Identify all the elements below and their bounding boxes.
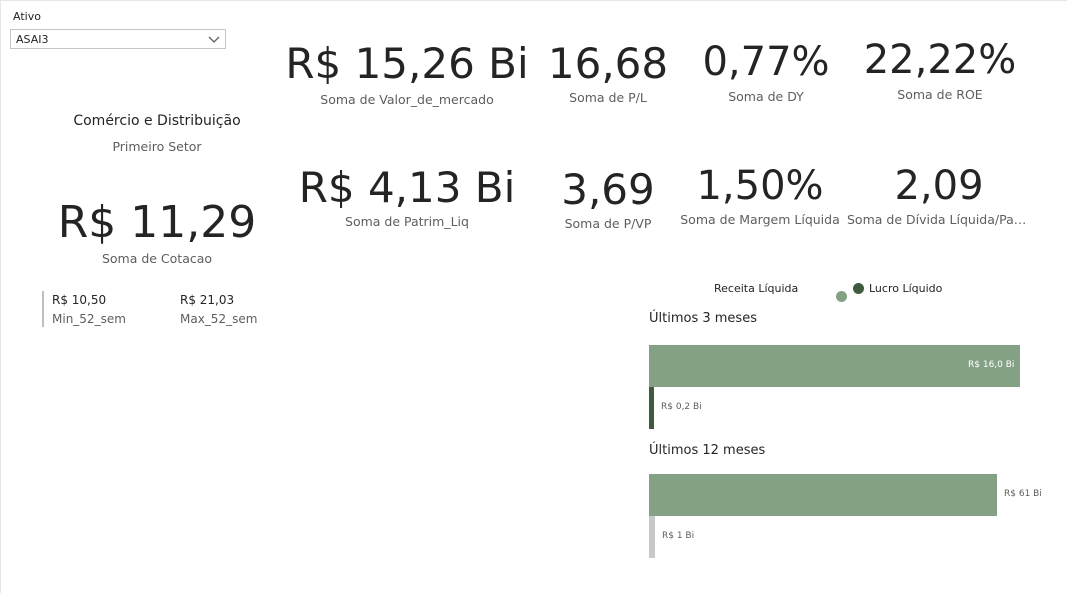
dy-value: 0,77% (702, 39, 830, 85)
patrim-liq-value: R$ 4,13 Bi (298, 163, 516, 212)
price-label: Soma de Cotacao (101, 251, 213, 266)
bar-chart-3m: R$ 16,0 Bi R$ 0,2 Bi (649, 345, 1021, 431)
market-value: R$ 15,26 Bi (285, 39, 529, 88)
margin-label: Soma de Margem Líquida (680, 212, 840, 227)
section-title-12m: Últimos 12 meses (649, 443, 766, 458)
roe-label: Soma de ROE (897, 87, 983, 102)
max-52-label: Max_52_sem (180, 312, 258, 326)
bar-chart-12m: R$ 61 Bi R$ 1 Bi (649, 474, 1042, 560)
asset-dropdown[interactable]: ASAI3 (10, 29, 226, 49)
chevron-down-icon (208, 36, 220, 43)
revenue-label-12m: R$ 61 Bi (1004, 489, 1042, 499)
patrim-liq-label: Soma de Patrim_Liq (345, 214, 469, 229)
min-52-value: R$ 10,50 (52, 293, 107, 307)
legend-profit-label: Lucro Líquido (869, 282, 943, 295)
range-divider (42, 291, 44, 327)
sector-name: Comércio e Distribuição (73, 113, 241, 129)
pvp-label: Soma de P/VP (564, 216, 652, 231)
legend-revenue-label: Receita Líquida (714, 282, 799, 295)
sector-subtitle: Primeiro Setor (112, 139, 202, 154)
section-title-3m: Últimos 3 meses (649, 311, 757, 326)
slicer-title: Ativo (13, 10, 41, 23)
revenue-label-3m: R$ 16,0 Bi (968, 360, 1015, 370)
pl-value: 16,68 (547, 39, 669, 88)
legend-revenue-dot (836, 291, 847, 302)
min-52-label: Min_52_sem (52, 312, 126, 326)
debt-value: 2,09 (894, 163, 984, 209)
pvp-value: 3,69 (561, 165, 655, 214)
revenue-bar-12m[interactable] (649, 474, 997, 516)
profit-label-12m: R$ 1 Bi (662, 531, 695, 541)
market-value-label: Soma de Valor_de_mercado (320, 92, 494, 107)
margin-value: 1,50% (696, 163, 824, 209)
max-52-value: R$ 21,03 (180, 293, 235, 307)
profit-bar-12m[interactable] (649, 516, 655, 558)
debt-label: Soma de Dívida Líquida/Patri... (847, 212, 1031, 227)
pl-label: Soma de P/L (569, 90, 647, 105)
price-value: R$ 11,29 (57, 197, 257, 248)
revenue-bar-3m[interactable] (649, 345, 1020, 387)
asset-dropdown-value: ASAI3 (16, 33, 49, 46)
roe-value: 22,22% (863, 37, 1017, 83)
legend-profit-dot (853, 283, 864, 294)
profit-bar-3m[interactable] (649, 387, 654, 429)
profit-label-3m: R$ 0,2 Bi (661, 402, 702, 412)
dy-label: Soma de DY (728, 89, 804, 104)
